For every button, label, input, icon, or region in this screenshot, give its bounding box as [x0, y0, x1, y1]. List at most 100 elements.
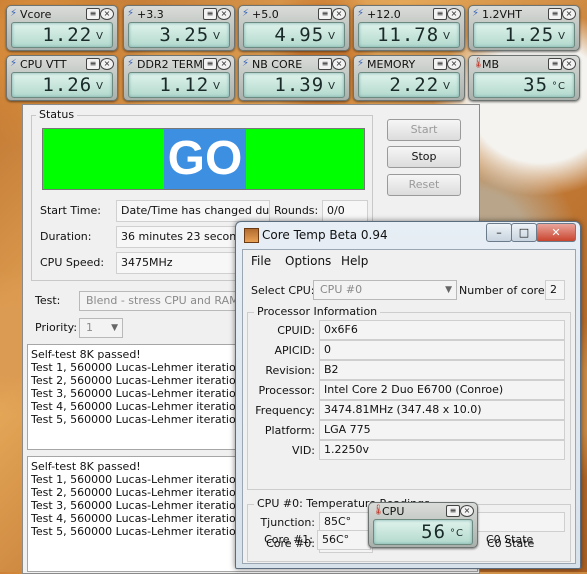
test-label: Test:: [35, 294, 61, 307]
lightning-icon: ⚡: [357, 8, 365, 19]
cpu-speed-label: CPU Speed:: [40, 256, 105, 269]
processor-value: Intel Core 2 Duo E6700 (Conroe): [319, 380, 565, 400]
gadget-label: +12.0: [367, 8, 401, 21]
gadget-readout: 11.78 V: [358, 22, 460, 48]
gadget-readout: 1.12 V: [128, 72, 230, 98]
close-icon[interactable]: ×: [100, 8, 114, 20]
gadget-5v: ⚡ +5.0 ≡ × 4.95 V: [238, 5, 350, 51]
gadget-label: CPU VTT: [20, 58, 67, 71]
reset-button[interactable]: Reset: [387, 174, 461, 196]
gadget-menu-icon[interactable]: ≡: [548, 8, 562, 20]
processor-info-title: Processor Information: [254, 305, 381, 318]
test-select[interactable]: Blend - stress CPU and RAM: [79, 291, 247, 311]
close-icon[interactable]: ×: [217, 8, 231, 20]
gadget-menu-icon[interactable]: ≡: [86, 8, 100, 20]
lightning-icon: ⚡: [472, 8, 480, 19]
gadget-menu-icon[interactable]: ≡: [433, 8, 447, 20]
gadget-label: +3.3: [137, 8, 164, 21]
gadget-menu-icon[interactable]: ≡: [203, 58, 217, 70]
gadget-label: NB CORE: [252, 58, 303, 71]
frequency-label: Frequency:: [255, 404, 315, 417]
gadget-cpu-temp: 🌡 CPU ≡ × 56 °C: [368, 502, 478, 548]
core1-state: C0 State: [486, 533, 534, 546]
gadget-menu-icon[interactable]: ≡: [203, 8, 217, 20]
minimize-button[interactable]: –: [486, 223, 512, 242]
gadget-mb: 🌡 MB ≡ × 35 °C: [468, 55, 580, 101]
revision-value: B2: [319, 360, 565, 380]
priority-label: Priority:: [35, 321, 78, 334]
menu-file[interactable]: File: [251, 254, 271, 268]
rounds-label: Rounds:: [274, 204, 319, 217]
close-icon[interactable]: ×: [100, 58, 114, 70]
gadget-vcore: ⚡ Vcore ≡ × 1.22 V: [6, 5, 118, 51]
close-icon[interactable]: ×: [447, 58, 461, 70]
gadget-readout: 3.25 V: [128, 22, 230, 48]
priority-select[interactable]: 1 ▼: [79, 318, 123, 338]
status-title: Status: [36, 108, 78, 121]
gadget-ddr2-term: ⚡ DDR2 TERM ≡ × 1.12 V: [123, 55, 235, 101]
gadget-menu-icon[interactable]: ≡: [86, 58, 100, 70]
go-text: GO: [164, 129, 246, 189]
chevron-down-icon: ▼: [445, 285, 452, 295]
cpuid-label: CPUID:: [277, 324, 315, 337]
apicid-label: APICID:: [274, 344, 315, 357]
chevron-down-icon: ▼: [111, 323, 118, 333]
frequency-value: 3474.81MHz (347.48 x 10.0): [319, 400, 565, 420]
gadget-memory: ⚡ MEMORY ≡ × 2.22 V: [353, 55, 465, 101]
start-time-label: Start Time:: [40, 204, 101, 217]
gadget-menu-icon[interactable]: ≡: [318, 58, 332, 70]
start-button[interactable]: Start: [387, 119, 461, 141]
lightning-icon: ⚡: [10, 8, 18, 19]
app-icon: [244, 228, 259, 243]
lightning-icon: ⚡: [242, 8, 250, 19]
cpuid-value: 0x6F6: [319, 320, 565, 340]
gadget-label: CPU: [382, 505, 405, 518]
gadget-readout: 1.25 V: [473, 22, 575, 48]
close-icon[interactable]: ×: [217, 58, 231, 70]
close-icon[interactable]: ×: [332, 58, 346, 70]
gadget-label: MB: [482, 58, 500, 71]
gadget-menu-icon[interactable]: ≡: [548, 58, 562, 70]
gadget-3v3: ⚡ +3.3 ≡ × 3.25 V: [123, 5, 235, 51]
vid-label: VID:: [292, 444, 315, 457]
platform-value: LGA 775: [319, 420, 565, 440]
tjunction-label: Tjunction:: [260, 516, 315, 529]
gadget-readout: 4.95 V: [243, 22, 345, 48]
lightning-icon: ⚡: [127, 58, 135, 69]
close-icon[interactable]: ×: [562, 8, 576, 20]
gadget-readout: 1.22 V: [11, 22, 113, 48]
menu-options[interactable]: Options: [285, 254, 331, 268]
gadget-readout: 35 °C: [473, 72, 575, 98]
lightning-icon: ⚡: [127, 8, 135, 19]
lightning-icon: ⚡: [357, 58, 365, 69]
close-icon[interactable]: ×: [332, 8, 346, 20]
gadget-label: +5.0: [252, 8, 279, 21]
gadget-cpu-vtt: ⚡ CPU VTT ≡ × 1.26 V: [6, 55, 118, 101]
close-icon[interactable]: ×: [447, 8, 461, 20]
gadget-label: MEMORY: [367, 58, 416, 71]
gadget-readout: 2.22 V: [358, 72, 460, 98]
num-cores-value: 2: [545, 280, 565, 300]
gadget-readout: 1.39 V: [243, 72, 345, 98]
gadget-menu-icon[interactable]: ≡: [446, 505, 460, 517]
gadget-menu-icon[interactable]: ≡: [318, 8, 332, 20]
go-indicator: GO: [42, 128, 365, 190]
menu-help[interactable]: Help: [341, 254, 368, 268]
maximize-button[interactable]: □: [511, 223, 537, 242]
rounds-value: 0/0: [322, 200, 368, 222]
gadget-nb-core: ⚡ NB CORE ≡ × 1.39 V: [238, 55, 350, 101]
select-cpu-dropdown[interactable]: CPU #0 ▼: [313, 280, 457, 300]
gadget-1v2ht: ⚡ 1.2VHT ≡ × 1.25 V: [468, 5, 580, 51]
close-icon[interactable]: ×: [460, 505, 474, 517]
processor-label: Processor:: [258, 384, 316, 397]
select-cpu-label: Select CPU:: [251, 284, 315, 297]
close-icon[interactable]: ×: [562, 58, 576, 70]
lightning-icon: ⚡: [10, 58, 18, 69]
num-cores-label: Number of cores: [459, 284, 551, 297]
stop-button[interactable]: Stop: [387, 146, 461, 168]
gadget-label: 1.2VHT: [482, 8, 523, 21]
gadget-menu-icon[interactable]: ≡: [433, 58, 447, 70]
lightning-icon: ⚡: [242, 58, 250, 69]
gadget-label: Vcore: [20, 8, 52, 21]
close-button[interactable]: ✕: [536, 223, 576, 242]
